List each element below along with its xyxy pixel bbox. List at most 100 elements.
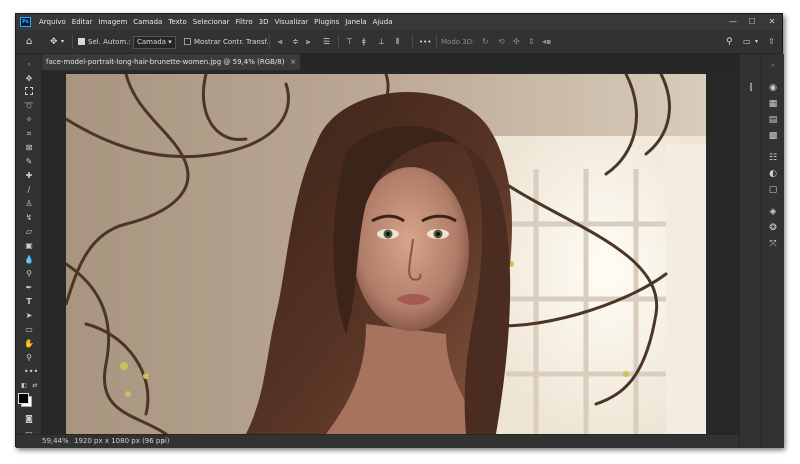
auto-select-dropdown[interactable]: Camada ▾ <box>133 30 176 54</box>
default-colors-icon[interactable]: ◧ <box>19 381 29 391</box>
tool-preset-chevron-icon[interactable]: ▾ <box>61 30 64 54</box>
menu-visualizar[interactable]: Visualizar <box>271 18 311 26</box>
zoom-tool-icon[interactable]: ⚲ <box>24 353 34 363</box>
auto-select-checkbox[interactable]: Sel. Autom.: <box>78 30 131 54</box>
properties-panel-icon[interactable]: ☷ <box>767 152 779 164</box>
rectangle-tool-icon[interactable]: ▭ <box>24 325 34 335</box>
zoom-level[interactable]: 59,44% <box>42 435 69 448</box>
clone-stamp-tool-icon[interactable]: ♙ <box>24 199 34 209</box>
swatches-panel-icon[interactable]: ▦ <box>767 98 779 110</box>
mode-3d-label: Modo 3D: <box>441 38 475 46</box>
menu-janela[interactable]: Janela <box>342 18 369 26</box>
hand-tool-icon[interactable]: ✋ <box>24 339 34 349</box>
search-icon[interactable]: ⚲ <box>726 30 733 54</box>
camera-3d-icon[interactable]: ◂▪ <box>542 30 551 54</box>
pen-tool-icon[interactable]: ✒ <box>24 283 34 293</box>
type-tool-icon[interactable]: T <box>24 297 34 307</box>
patterns-panel-icon[interactable]: ▩ <box>767 130 779 142</box>
gradients-panel-icon[interactable]: ▤ <box>767 114 779 126</box>
panel-icons-column: « ◉ ▦ ▤ ▩ ☷ ◐ ▢ ◈ ❂ ⤧ <box>762 54 785 448</box>
align-center-icon[interactable]: ≑ <box>292 30 299 54</box>
pan-3d-icon[interactable]: ✣ <box>513 30 520 54</box>
history-brush-tool-icon[interactable]: ↯ <box>24 213 34 223</box>
more-options-icon[interactable]: ••• <box>419 30 431 54</box>
photoshop-window: Ps Arquivo Editar Imagem Camada Texto Se… <box>15 13 784 448</box>
frame-tool-icon[interactable]: ⊠ <box>24 143 34 153</box>
distribute-vertical-icon[interactable]: ⫴ <box>396 30 399 54</box>
menu-imagem[interactable]: Imagem <box>96 18 131 26</box>
move-tool-icon[interactable]: ✥ <box>24 74 34 84</box>
healing-brush-tool-icon[interactable]: ✚ <box>24 171 34 181</box>
document-tab[interactable]: face-model-portrait-long-hair-brunette-w… <box>42 54 300 70</box>
menu-ajuda[interactable]: Ajuda <box>370 18 396 26</box>
history-panel-icon[interactable]: ⫿ <box>745 82 757 94</box>
quick-mask-icon[interactable]: ◙ <box>24 414 34 424</box>
adjustments-panel-icon[interactable]: ◐ <box>767 168 779 180</box>
workspace-chevron-icon[interactable]: ▾ <box>755 30 758 54</box>
home-icon[interactable]: ⌂ <box>26 30 32 54</box>
status-menu-arrow-icon[interactable]: › <box>162 435 165 448</box>
color-panel-icon[interactable]: ◉ <box>767 82 779 94</box>
close-tab-icon[interactable]: × <box>290 54 296 70</box>
collapse-panels-icon[interactable]: « <box>767 60 779 72</box>
close-button[interactable]: ✕ <box>765 14 779 30</box>
blur-tool-icon[interactable]: 💧 <box>24 255 34 265</box>
show-transform-label: Mostrar Contr. Transf. <box>194 38 269 46</box>
align-left-icon[interactable]: ⫷ <box>278 30 283 54</box>
foreground-color-swatch[interactable] <box>18 393 29 404</box>
panel-dock: ⫿ « ◉ ▦ ▤ ▩ ☷ ◐ ▢ ◈ ❂ ⤧ <box>739 54 784 448</box>
layers-panel-icon[interactable]: ◈ <box>767 206 779 218</box>
orbit-3d-icon[interactable]: ↻ <box>482 30 489 54</box>
document-canvas[interactable] <box>66 74 706 434</box>
collapsed-panel-column: ⫿ <box>740 54 762 448</box>
distribute-top-icon[interactable]: ⊤ <box>346 30 353 54</box>
paths-panel-icon[interactable]: ⤧ <box>767 238 779 250</box>
crop-tool-icon[interactable]: ⌗ <box>24 129 34 139</box>
align-top-icon[interactable]: ☰ <box>323 30 330 54</box>
menu-bar: Ps Arquivo Editar Imagem Camada Texto Se… <box>16 14 782 30</box>
menu-editar[interactable]: Editar <box>69 18 96 26</box>
menu-plugins[interactable]: Plugins <box>311 18 342 26</box>
dodge-tool-icon[interactable]: ⚲ <box>24 269 34 279</box>
gradient-tool-icon[interactable]: ▣ <box>24 241 34 251</box>
libraries-panel-icon[interactable]: ▢ <box>767 184 779 196</box>
divider <box>72 35 73 49</box>
status-bar: 59,44% 1920 px x 1080 px (96 ppi) › <box>16 434 739 448</box>
edit-toolbar-icon[interactable]: ••• <box>24 367 38 377</box>
auto-select-check <box>78 38 85 45</box>
channels-panel-icon[interactable]: ❂ <box>767 222 779 234</box>
document-info: 1920 px x 1080 px (96 ppi) <box>74 437 170 445</box>
brush-tool-icon[interactable]: ∕ <box>24 185 34 195</box>
maximize-button[interactable]: ☐ <box>745 14 759 30</box>
move-tool-icon[interactable]: ✥ <box>50 30 58 54</box>
canvas-area[interactable] <box>42 70 739 434</box>
menu-camada[interactable]: Camada <box>130 18 165 26</box>
collapse-toolbar-icon[interactable]: » <box>24 60 34 70</box>
slide-3d-icon[interactable]: ⇕ <box>528 30 535 54</box>
workspace-icon[interactable]: ▭ <box>743 30 751 54</box>
roll-3d-icon[interactable]: ⟲ <box>498 30 505 54</box>
marquee-tool-icon[interactable] <box>25 87 33 95</box>
eyedropper-tool-icon[interactable]: ✎ <box>24 157 34 167</box>
menu-selecionar[interactable]: Selecionar <box>190 18 233 26</box>
minimize-button[interactable]: — <box>726 14 740 30</box>
menu-arquivo[interactable]: Arquivo <box>36 18 69 26</box>
show-transform-checkbox[interactable]: Mostrar Contr. Transf. <box>184 30 269 54</box>
menu-texto[interactable]: Texto <box>165 18 189 26</box>
distribute-bottom-icon[interactable]: ⊥ <box>378 30 385 54</box>
auto-select-label: Sel. Autom.: <box>88 38 131 46</box>
menu-3d[interactable]: 3D <box>256 18 272 26</box>
magic-wand-tool-icon[interactable]: ✧ <box>24 115 34 125</box>
tools-panel: » ✥ ➰ ✧ ⌗ ⊠ ✎ ✚ ∕ ♙ ↯ ▱ ▣ 💧 ⚲ ✒ T ➤ ▭ ✋ … <box>16 54 42 448</box>
align-right-icon[interactable]: ⫸ <box>306 30 311 54</box>
swap-colors-icon[interactable]: ⇄ <box>30 381 40 391</box>
eraser-tool-icon[interactable]: ▱ <box>24 227 34 237</box>
share-icon[interactable]: ⇪ <box>768 30 775 54</box>
path-selection-tool-icon[interactable]: ➤ <box>24 311 34 321</box>
show-transform-check <box>184 38 191 45</box>
divider <box>436 35 437 49</box>
lasso-tool-icon[interactable]: ➰ <box>24 101 34 111</box>
divider <box>338 35 339 49</box>
distribute-middle-icon[interactable]: ǂ <box>362 30 366 54</box>
menu-filtro[interactable]: Filtro <box>232 18 255 26</box>
